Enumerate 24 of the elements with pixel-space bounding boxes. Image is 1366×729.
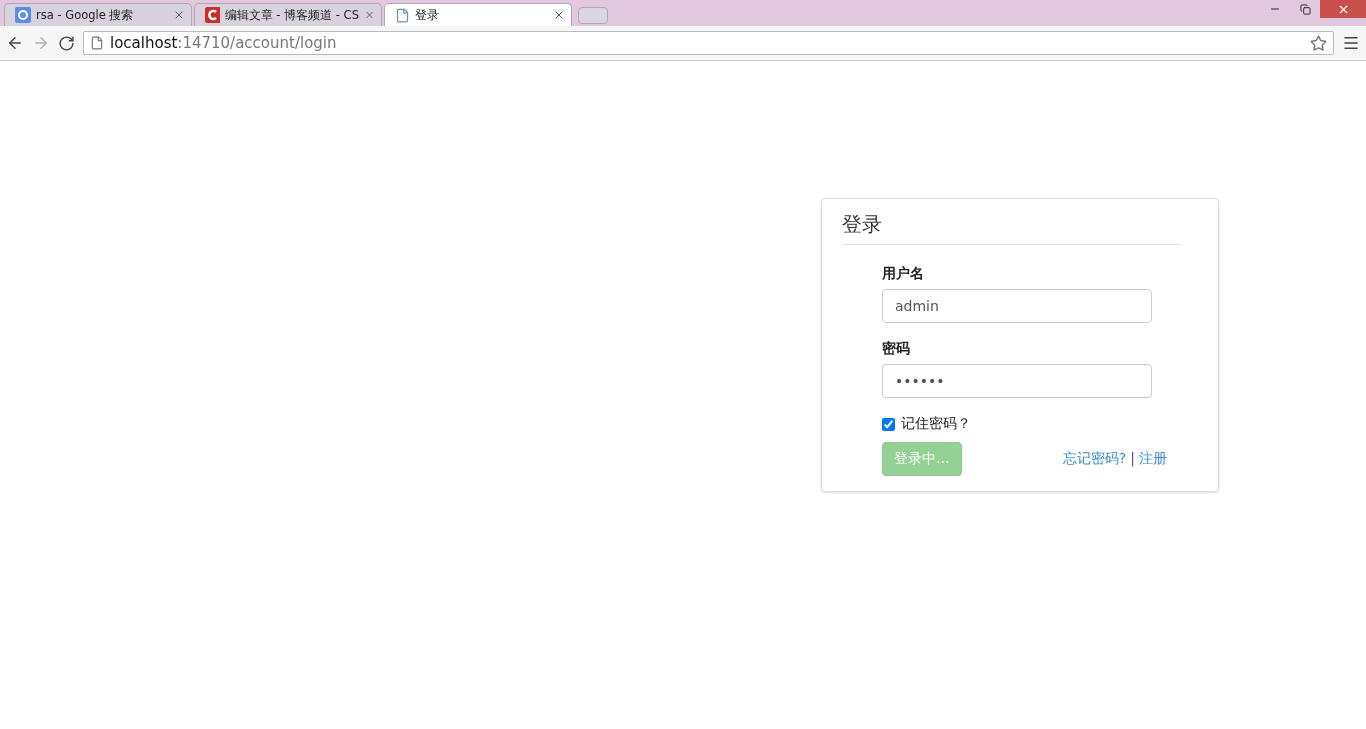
password-field[interactable]: ••••••	[882, 364, 1152, 398]
reload-icon[interactable]	[58, 34, 75, 52]
password-label: 密码	[882, 340, 911, 358]
back-icon[interactable]	[6, 34, 24, 52]
close-icon[interactable]	[553, 9, 565, 21]
remember-checkbox[interactable]	[882, 417, 895, 431]
username-field[interactable]: admin	[882, 289, 1152, 323]
browser-tab[interactable]: 编辑文章 - 博客频道 - CS	[194, 3, 382, 26]
page-icon	[90, 36, 104, 50]
username-label: 用户名	[882, 265, 925, 283]
browser-tab[interactable]: rsa - Google 搜索	[4, 3, 192, 26]
address-bar[interactable]: localhost:14710/account/login	[83, 31, 1334, 55]
forgot-password-link[interactable]: 忘记密码?	[1062, 450, 1127, 468]
browser-tab[interactable]: 登录	[384, 3, 572, 26]
menu-icon[interactable]	[1342, 34, 1360, 52]
bookmark-star-icon[interactable]	[1310, 34, 1327, 52]
restore-icon[interactable]	[1299, 3, 1311, 15]
page-icon	[395, 7, 410, 23]
register-link[interactable]: 注册	[1139, 450, 1167, 468]
link-separator: |	[1130, 450, 1135, 468]
letter-c-icon	[205, 7, 220, 23]
remember-label: 记住密码？	[901, 415, 971, 433]
card-title: 登录	[842, 211, 1181, 245]
close-icon[interactable]	[173, 9, 185, 21]
